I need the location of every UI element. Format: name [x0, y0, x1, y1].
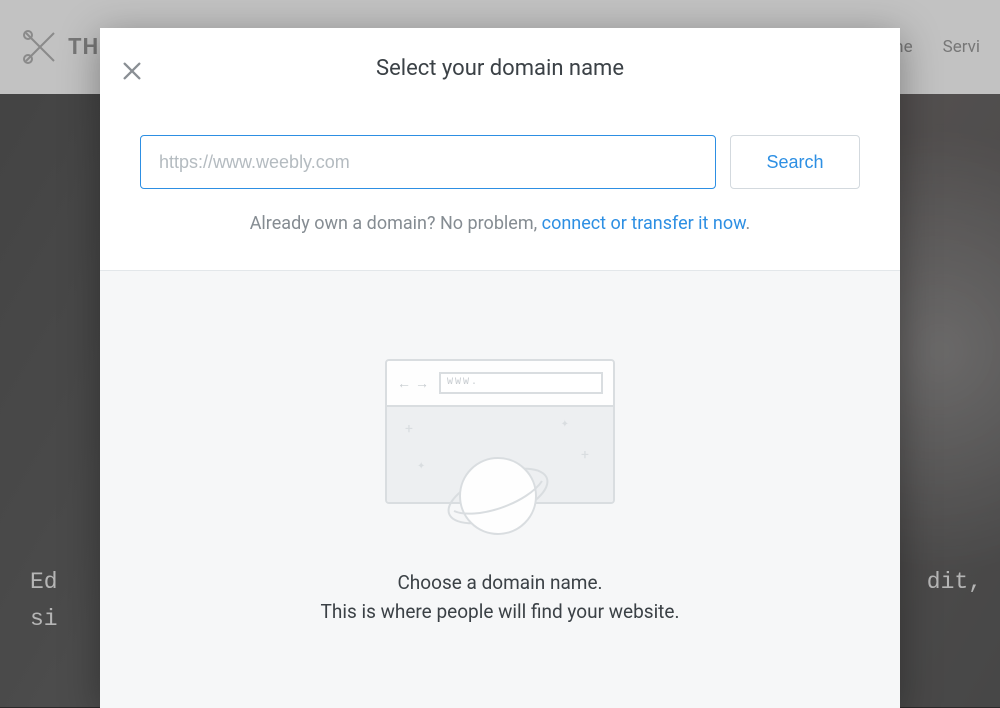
- modal-title: Select your domain name: [100, 56, 900, 81]
- modal-header: Select your domain name: [100, 28, 900, 101]
- arrow-right-icon: →: [415, 375, 429, 392]
- search-row: Search: [100, 101, 900, 213]
- sparkle-icon: ✦: [417, 461, 425, 472]
- illustration-browser-bar: ← → WWW.: [387, 361, 613, 407]
- domain-input[interactable]: [140, 135, 716, 189]
- close-icon: [121, 60, 143, 82]
- connect-transfer-link[interactable]: connect or transfer it now: [542, 213, 746, 234]
- empty-state-subtitle: This is where people will find your webs…: [321, 600, 680, 623]
- arrow-left-icon: ←: [397, 375, 411, 392]
- search-button[interactable]: Search: [730, 135, 860, 189]
- close-button[interactable]: [120, 60, 144, 84]
- illustration-url-box: WWW.: [439, 372, 603, 394]
- modal-body: ← → WWW. + ✦ + ✦ Choose a domain name.: [100, 270, 900, 708]
- sparkle-icon: ✦: [561, 419, 569, 430]
- domain-modal: Select your domain name Search Already o…: [100, 28, 900, 708]
- illustration-nav-arrows: ← →: [397, 375, 429, 392]
- modal-top: Select your domain name Search Already o…: [100, 28, 900, 270]
- planet-icon: [443, 441, 553, 551]
- empty-state-title: Choose a domain name.: [397, 571, 602, 594]
- sparkle-icon: +: [405, 421, 413, 437]
- already-own-period: .: [746, 213, 751, 234]
- empty-state-illustration: ← → WWW. + ✦ + ✦: [385, 359, 615, 549]
- already-own-text: Already own a domain? No problem, connec…: [100, 213, 900, 270]
- sparkle-icon: +: [581, 447, 589, 463]
- already-own-prefix: Already own a domain? No problem,: [250, 213, 542, 234]
